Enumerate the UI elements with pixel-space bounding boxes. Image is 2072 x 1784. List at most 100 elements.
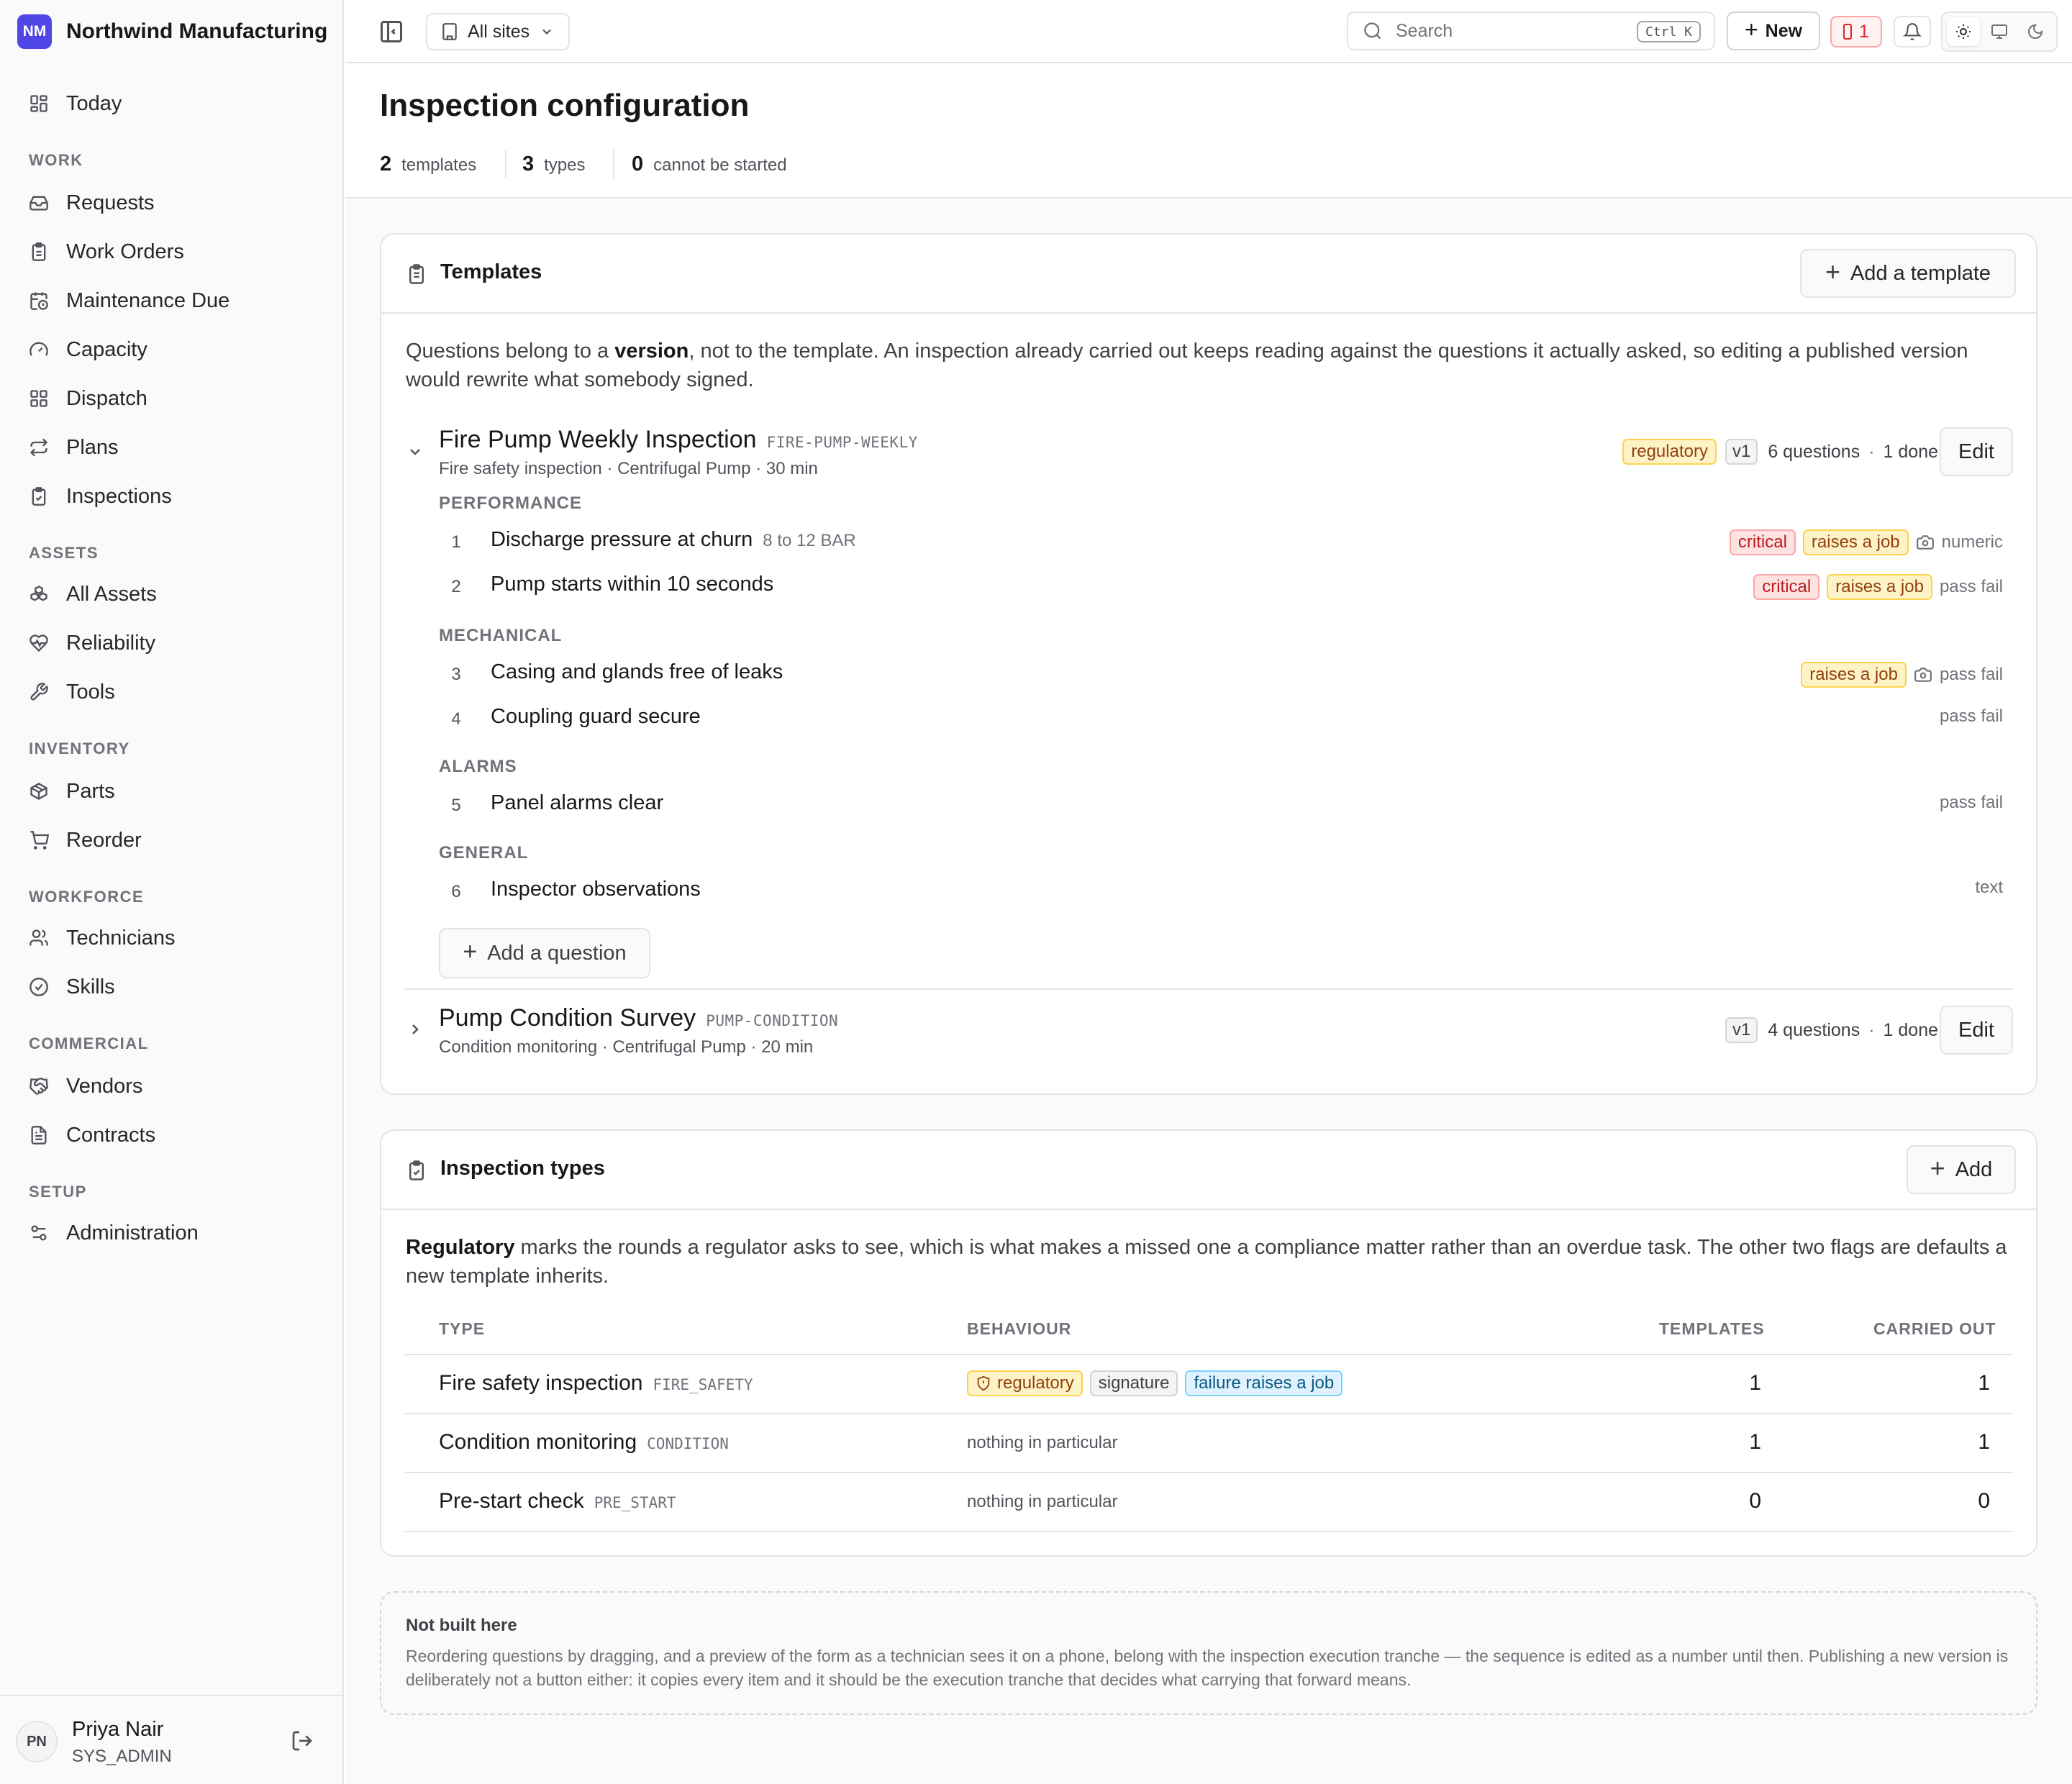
templates-count: 1 — [1749, 1371, 1761, 1395]
question-text[interactable]: Discharge pressure at churn 8 to 12 BAR — [491, 528, 856, 552]
sidebar-item-reorder[interactable]: Reorder — [17, 820, 327, 860]
phone-icon — [1843, 24, 1853, 40]
add-template-button[interactable]: + Add a template — [1800, 249, 2016, 298]
theme-dark-button[interactable] — [2019, 17, 2052, 46]
behaviour-none: nothing in particular — [967, 1492, 1118, 1511]
done-count: 1 done — [1883, 1019, 1938, 1040]
sidebar-item-all-assets[interactable]: All Assets — [17, 574, 327, 614]
device-alert-badge[interactable]: 1 — [1830, 16, 1882, 47]
question-flags: text — [1975, 873, 2003, 902]
question-flags: critical raises a job pass fail — [1753, 573, 2003, 601]
sidebar-item-maintenance-due[interactable]: Maintenance Due — [17, 281, 327, 321]
behaviour-none: nothing in particular — [967, 1433, 1118, 1452]
sidebar-item-requests[interactable]: Requests — [17, 183, 327, 223]
done-count: 1 done — [1883, 441, 1938, 462]
column-header-carried-out: CARRIED OUT — [1873, 1319, 1996, 1338]
sidebar-item-label: Technicians — [66, 926, 176, 950]
question-text[interactable]: Panel alarms clear — [491, 791, 663, 815]
question-text[interactable]: Pump starts within 10 seconds — [491, 573, 773, 596]
nav-section-setup: SETUP — [29, 1183, 87, 1201]
sidebar-item-capacity[interactable]: Capacity — [17, 329, 327, 370]
plus-icon: + — [1825, 257, 1840, 286]
sidebar-item-reliability[interactable]: Reliability — [17, 623, 327, 663]
table-row-name[interactable]: Fire safety inspection FIRE_SAFETY — [439, 1371, 753, 1396]
sidebar-toggle-icon[interactable] — [378, 19, 404, 45]
edit-template-button[interactable]: Edit — [1940, 1006, 2013, 1055]
grid-icon — [30, 390, 47, 407]
add-type-button[interactable]: + Add — [1907, 1145, 2016, 1194]
question-text[interactable]: Inspector observations — [491, 878, 701, 901]
user-profile[interactable]: PN Priya Nair SYS_ADMIN — [0, 1695, 344, 1784]
stat-divider — [505, 150, 506, 178]
table-row-name[interactable]: Pre-start check PRE_START — [439, 1489, 676, 1514]
raises-job-badge: raises a job — [1802, 529, 1909, 555]
site-select-value: All sites — [468, 21, 530, 42]
site-select[interactable]: All sites — [426, 13, 570, 50]
sidebar-item-plans[interactable]: Plans — [17, 427, 327, 468]
chevron-right-icon[interactable] — [406, 1021, 424, 1038]
template-name-text: Fire Pump Weekly Inspection — [439, 426, 757, 453]
sidebar-item-label: Today — [66, 91, 122, 115]
search-input[interactable]: Search Ctrl K — [1347, 12, 1715, 50]
sidebar: NM Northwind Manufacturing Today WORK Re… — [0, 0, 344, 1784]
question-kind: numeric — [1941, 532, 2003, 552]
raises-job-badge: raises a job — [1827, 574, 1932, 600]
building-icon — [442, 23, 457, 40]
question-label: Casing and glands free of leaks — [491, 660, 783, 683]
sidebar-item-work-orders[interactable]: Work Orders — [17, 232, 327, 272]
logout-icon[interactable] — [291, 1729, 314, 1752]
theme-system-button[interactable] — [1983, 17, 2016, 46]
check-circle-icon — [29, 978, 48, 996]
question-number: 4 — [451, 709, 461, 729]
add-question-button[interactable]: + Add a question — [439, 928, 650, 978]
user-role: SYS_ADMIN — [72, 1747, 172, 1766]
templates-count: 0 — [1749, 1489, 1761, 1513]
sidebar-item-contracts[interactable]: Contracts — [17, 1115, 327, 1155]
notifications-button[interactable] — [1894, 16, 1931, 47]
inbox-icon — [29, 196, 48, 211]
sidebar-item-administration[interactable]: Administration — [17, 1213, 327, 1253]
sidebar-item-label: Parts — [66, 779, 115, 803]
sidebar-item-label: Capacity — [66, 337, 147, 361]
new-button[interactable]: + New — [1727, 12, 1820, 50]
table-row-name[interactable]: Condition monitoring CONDITION — [439, 1430, 729, 1455]
type-name: Fire safety inspection — [439, 1371, 643, 1395]
camera-icon — [1914, 668, 1932, 682]
carried-out-count: 0 — [1978, 1489, 1990, 1513]
sidebar-item-skills[interactable]: Skills — [17, 967, 327, 1007]
question-label: Discharge pressure at churn — [491, 528, 753, 551]
template-name[interactable]: Fire Pump Weekly Inspection FIRE-PUMP-WEE… — [439, 426, 918, 454]
add-type-label: Add — [1955, 1157, 1993, 1181]
sidebar-item-tools[interactable]: Tools — [17, 672, 327, 712]
question-text[interactable]: Casing and glands free of leaks — [491, 660, 783, 684]
edit-template-button[interactable]: Edit — [1940, 427, 2013, 476]
question-count: 6 questions — [1768, 441, 1860, 462]
column-header-behaviour: BEHAVIOUR — [967, 1319, 1072, 1338]
table-divider — [404, 1354, 2013, 1355]
chevron-down-icon[interactable] — [406, 443, 424, 460]
brand[interactable]: NM Northwind Manufacturing — [17, 14, 327, 49]
type-behaviour: nothing in particular — [967, 1488, 1117, 1516]
card-title: Templates — [440, 260, 542, 283]
question-number: 2 — [451, 577, 461, 596]
question-group-label: MECHANICAL — [439, 626, 563, 645]
sidebar-item-label: Contracts — [66, 1123, 156, 1147]
bell-icon — [1903, 23, 1922, 40]
question-number: 3 — [451, 665, 461, 684]
question-number: 6 — [451, 882, 461, 901]
cart-icon — [30, 831, 49, 850]
sidebar-item-inspections[interactable]: Inspections — [17, 476, 327, 516]
sidebar-item-parts[interactable]: Parts — [17, 771, 327, 811]
chevron-down-icon — [542, 29, 551, 35]
theme-light-button[interactable] — [1947, 17, 1980, 46]
sidebar-item-vendors[interactable]: Vendors — [17, 1066, 327, 1106]
sidebar-item-dispatch[interactable]: Dispatch — [17, 378, 327, 419]
sidebar-item-today[interactable]: Today — [17, 83, 327, 124]
new-button-label: New — [1765, 20, 1803, 41]
sidebar-item-technicians[interactable]: Technicians — [17, 918, 327, 958]
version-badge: v1 — [1725, 439, 1758, 465]
plus-icon: + — [463, 937, 478, 965]
question-text[interactable]: Coupling guard secure — [491, 705, 701, 729]
stat-value: 0 — [632, 153, 644, 176]
template-name[interactable]: Pump Condition Survey PUMP-CONDITION — [439, 1004, 838, 1032]
